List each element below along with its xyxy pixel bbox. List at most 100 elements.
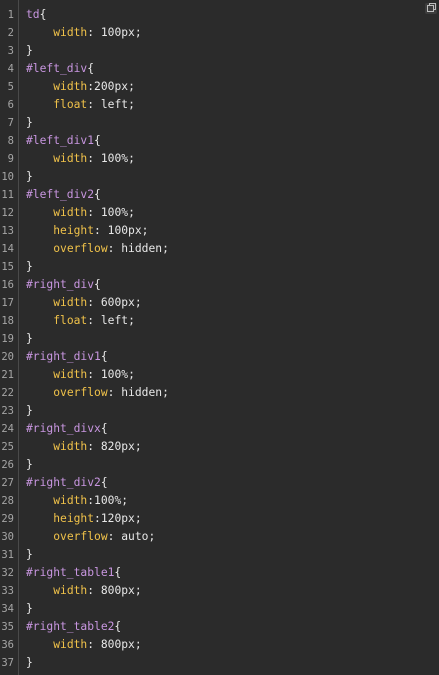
colon: : <box>87 638 101 651</box>
semicolon: ; <box>134 296 142 309</box>
css-selector: #right_divx <box>26 422 101 435</box>
css-value: 200px <box>94 80 129 93</box>
colon: : <box>94 512 101 525</box>
code-line: 24 #right_divx{ <box>0 420 439 438</box>
open-brace: { <box>100 476 108 489</box>
css-property: overflow <box>53 242 108 255</box>
css-property: float <box>53 98 88 111</box>
code-line: 23} <box>0 402 439 420</box>
css-property: width <box>53 152 88 165</box>
code-line: 30 overflow: auto; <box>0 528 439 546</box>
css-selector: #left_div1 <box>26 134 95 147</box>
code-text: width: 800px; <box>26 582 142 600</box>
semicolon: ; <box>128 152 135 165</box>
open-brace: { <box>87 62 95 75</box>
code-text: } <box>26 600 33 618</box>
open-brace: { <box>100 350 108 363</box>
code-line: 6 float: left; <box>0 96 439 114</box>
semicolon: ; <box>134 26 142 39</box>
line-number: 26 <box>1 459 14 471</box>
code-text: #right_div1{ <box>26 348 108 366</box>
open-brace: { <box>114 566 122 579</box>
css-property: overflow <box>53 386 108 399</box>
code-text: } <box>26 42 33 60</box>
code-text: } <box>26 546 33 564</box>
line-number: 33 <box>1 585 14 597</box>
css-value: 820px <box>100 440 135 453</box>
line-number: 6 <box>7 99 14 111</box>
code-line: 15} <box>0 258 439 276</box>
line-number: 27 <box>1 477 14 489</box>
css-value: hidden <box>121 386 163 399</box>
close-brace: } <box>26 656 33 669</box>
line-number: 3 <box>7 45 14 57</box>
close-brace: } <box>26 116 33 129</box>
colon: : <box>87 314 101 327</box>
code-line: 36 width: 800px; <box>0 636 439 654</box>
code-line: 12 width: 100%; <box>0 204 439 222</box>
code-editor[interactable]: 1 td{2 width: 100px; 3} 4 #left_div{5 width:… <box>0 0 439 675</box>
code-line: 34} <box>0 600 439 618</box>
css-selector: #right_div <box>26 278 95 291</box>
css-property: width <box>53 26 88 39</box>
code-line: 4 #left_div{ <box>0 60 439 78</box>
colon: : <box>87 296 101 309</box>
code-line: 19} <box>0 330 439 348</box>
code-lines: 1 td{2 width: 100px; 3} 4 #left_div{5 width:… <box>0 6 439 672</box>
line-number: 19 <box>1 333 14 345</box>
code-text: overflow: hidden; <box>26 240 169 258</box>
line-number: 2 <box>7 27 14 39</box>
code-line: 17 width: 600px; <box>0 294 439 312</box>
colon: : <box>107 386 122 399</box>
css-property: float <box>53 314 88 327</box>
line-number: 30 <box>1 531 14 543</box>
code-text: } <box>26 114 33 132</box>
code-line: 27 #right_div2{ <box>0 474 439 492</box>
code-text: overflow: auto; <box>26 528 155 546</box>
code-line: 9 width: 100%; <box>0 150 439 168</box>
line-number: 4 <box>7 63 14 75</box>
css-value: 800px <box>100 584 135 597</box>
css-value: 120px <box>100 512 135 525</box>
code-text: overflow: hidden; <box>26 384 169 402</box>
colon: : <box>87 368 101 381</box>
copy-button[interactable] <box>425 3 437 14</box>
code-text: width: 600px; <box>26 294 142 312</box>
css-property: width <box>53 80 88 93</box>
close-brace: } <box>26 458 33 471</box>
code-text: } <box>26 402 33 420</box>
css-value: left <box>100 314 129 327</box>
semicolon: ; <box>128 98 135 111</box>
code-line: 35 #right_table2{ <box>0 618 439 636</box>
line-number: 15 <box>1 261 14 273</box>
line-number: 34 <box>1 603 14 615</box>
code-text: } <box>26 456 33 474</box>
line-number: 10 <box>1 171 14 183</box>
semicolon: ; <box>134 584 142 597</box>
line-number: 28 <box>1 495 14 507</box>
line-number: 13 <box>1 225 14 237</box>
code-line: 29 height:120px; <box>0 510 439 528</box>
code-text: width: 820px; <box>26 438 141 456</box>
semicolon: ; <box>128 314 135 327</box>
colon: : <box>87 152 101 165</box>
css-selector: #right_div1 <box>26 350 101 363</box>
code-text: #right_divx{ <box>26 420 108 438</box>
colon: : <box>107 530 122 543</box>
code-text: #right_table2{ <box>26 618 121 636</box>
line-number: 11 <box>1 189 14 201</box>
code-text: width: 800px; <box>26 636 141 654</box>
code-text: height:120px; <box>26 510 141 528</box>
line-number: 24 <box>1 423 14 435</box>
line-number: 1 <box>7 9 14 21</box>
code-text: width: 100%; <box>26 204 135 222</box>
code-line: 8 #left_div1{ <box>0 132 439 150</box>
close-brace: } <box>26 170 33 183</box>
css-property: width <box>53 368 88 381</box>
code-line: 10} <box>0 168 439 186</box>
semicolon: ; <box>121 494 129 507</box>
code-line: 33 width: 800px; <box>0 582 439 600</box>
code-text: width: 100%; <box>26 150 135 168</box>
code-text: #right_div{ <box>26 276 101 294</box>
css-property: width <box>53 494 88 507</box>
